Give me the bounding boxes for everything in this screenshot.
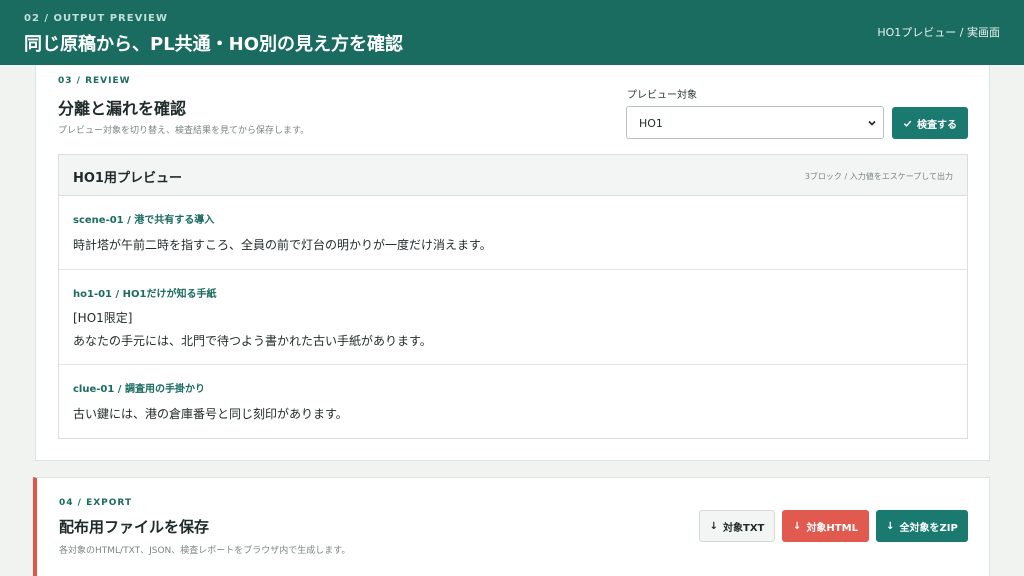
export-title: 配布用ファイルを保存: [59, 518, 210, 536]
block-text: 古い鍵には、港の倉庫番号と同じ刻印があります。: [73, 407, 348, 421]
export-eyebrow: 04 / EXPORT: [59, 498, 133, 508]
export-zip-button[interactable]: ↓ 全対象をZIP: [876, 510, 968, 542]
export-txt-label: 対象TXT: [723, 522, 765, 534]
review-card: 03 / REVIEW 分離と漏れを確認 プレビュー対象を切り替え、検査結果を見…: [35, 65, 990, 461]
preview-target-value: HO1: [639, 117, 663, 130]
review-eyebrow: 03 / REVIEW: [58, 76, 131, 86]
export-description: 各対象のHTML/TXT、JSON、検査レポートをブラウザ内で生成します。: [59, 546, 351, 556]
header-eyebrow: 02 / OUTPUT PREVIEW: [24, 13, 168, 24]
chevron-down-icon: [868, 120, 876, 126]
preview-target-select[interactable]: HO1: [626, 106, 884, 139]
block-header: ho1-01 / HO1だけが知る手紙: [73, 289, 217, 300]
review-title: 分離と漏れを確認: [58, 99, 187, 118]
check-button[interactable]: 検査する: [892, 107, 968, 139]
preview-target-label: プレビュー対象: [627, 90, 697, 101]
preview-block-ho1-01: ho1-01 / HO1だけが知る手紙 [HO1限定] あなたの手元には、北門で…: [59, 270, 967, 365]
download-arrow-icon: ↓: [793, 520, 802, 532]
preview-block-scene-01: scene-01 / 港で共有する導入 時計塔が午前二時を指すころ、全員の前で灯…: [59, 196, 967, 270]
preview-header: HO1用プレビュー 3ブロック / 入力値をエスケープして出力: [59, 155, 967, 196]
download-arrow-icon: ↓: [709, 520, 719, 532]
review-description: プレビュー対象を切り替え、検査結果を見てから保存します。: [58, 126, 310, 136]
export-card: 04 / EXPORT 配布用ファイルを保存 各対象のHTML/TXT、JSON…: [33, 477, 990, 576]
export-txt-button[interactable]: ↓ 対象TXT: [699, 510, 775, 542]
page-title: 同じ原稿から、PL共通・HO別の見え方を確認: [24, 34, 404, 55]
preview-meta: 3ブロック / 入力値をエスケープして出力: [804, 172, 953, 181]
export-zip-label: 全対象をZIP: [899, 522, 958, 534]
export-html-button[interactable]: ↓ 対象HTML: [782, 510, 869, 542]
preview-title: HO1用プレビュー: [73, 171, 182, 186]
block-text: [HO1限定]: [73, 311, 133, 325]
preview-block-clue-01: clue-01 / 調査用の手掛かり 古い鍵には、港の倉庫番号と同じ刻印がありま…: [59, 365, 967, 438]
block-header: scene-01 / 港で共有する導入: [73, 215, 215, 226]
block-text: あなたの手元には、北門で待つよう書かれた古い手紙があります。: [73, 334, 432, 348]
block-header: clue-01 / 調査用の手掛かり: [73, 384, 205, 395]
header-bar: 02 / OUTPUT PREVIEW 同じ原稿から、PL共通・HO別の見え方を…: [0, 0, 1024, 65]
preview-panel: HO1用プレビュー 3ブロック / 入力値をエスケープして出力 scene-01…: [58, 154, 968, 439]
check-button-label: 検査する: [917, 119, 957, 131]
block-text: 時計塔が午前二時を指すころ、全員の前で灯台の明かりが一度だけ消えます。: [73, 238, 492, 252]
download-arrow-icon: ↓: [886, 520, 895, 532]
export-html-label: 対象HTML: [806, 522, 858, 534]
header-preview-label: HO1プレビュー / 実画面: [877, 26, 1000, 39]
check-icon: [903, 120, 912, 127]
